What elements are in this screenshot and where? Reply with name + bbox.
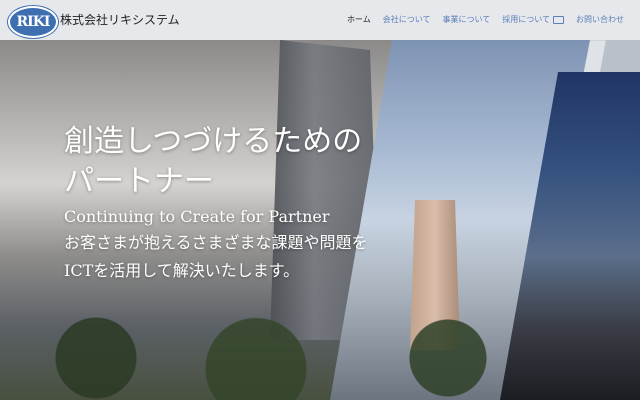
main-nav: ホーム 会社について 事業について 採用について お問い合わせ: [347, 14, 624, 25]
nav-item-home[interactable]: ホーム: [347, 14, 371, 25]
hero-description-line1: お客さまが抱えるさまざまな課題や問題を: [64, 233, 368, 252]
hero-text-block: 創造しつづけるための パートナー Continuing to Create fo…: [64, 122, 368, 284]
window-icon: [553, 15, 564, 24]
hero-subheadline: Continuing to Create for Partner: [64, 207, 330, 226]
nav-label: 採用について: [502, 15, 550, 24]
nav-item-business[interactable]: 事業について: [442, 14, 490, 25]
trees-image: [0, 295, 640, 400]
hero-headline-line1: 創造しつづけるための: [64, 124, 363, 159]
nav-item-company[interactable]: 会社について: [383, 14, 431, 25]
company-logo[interactable]: RIKI: [8, 6, 58, 38]
hero-banner: 創造しつづけるための パートナー Continuing to Create fo…: [0, 40, 640, 400]
nav-label: ホーム: [346, 15, 371, 24]
company-name[interactable]: 株式会社リキシステム: [60, 11, 180, 28]
nav-label: 会社について: [382, 15, 431, 24]
hero-description-line2: ICTを活用して解決いたします。: [64, 261, 300, 280]
nav-item-contact[interactable]: お問い合わせ: [576, 14, 624, 25]
hero-headline-line2: パートナー: [64, 164, 214, 199]
nav-item-recruit[interactable]: 採用について: [502, 14, 564, 25]
site-header: RIKI 株式会社リキシステム ホーム 会社について 事業について 採用について…: [0, 0, 640, 41]
nav-label: 事業について: [442, 15, 491, 24]
nav-label: お問い合わせ: [576, 15, 624, 24]
logo-text: RIKI: [16, 14, 51, 30]
